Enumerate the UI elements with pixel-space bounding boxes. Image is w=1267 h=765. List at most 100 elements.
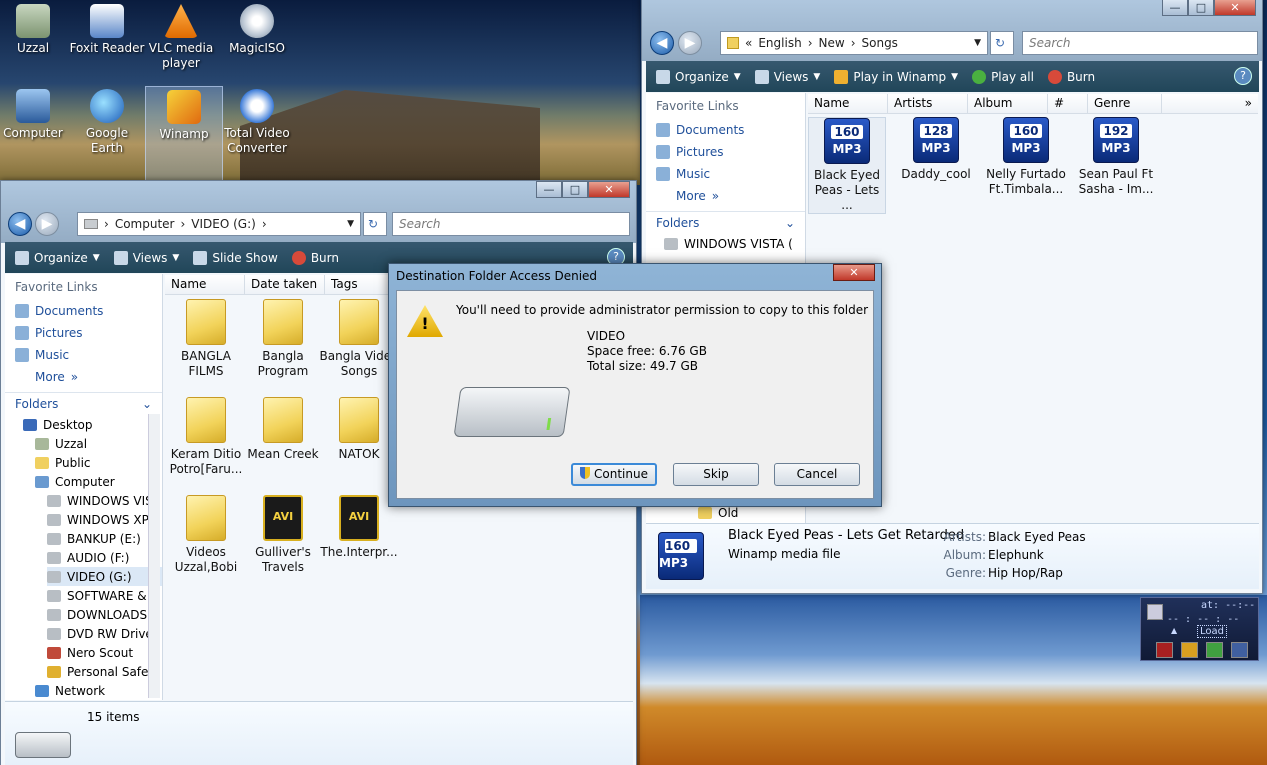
cancel-button[interactable]: Cancel bbox=[774, 463, 860, 486]
refresh-button[interactable]: ↻ bbox=[363, 212, 387, 236]
refresh-button[interactable]: ↻ bbox=[990, 31, 1014, 55]
tree-item-windows-vista[interactable]: WINDOWS VIS bbox=[47, 491, 162, 510]
maximize-button[interactable]: □ bbox=[1188, 0, 1214, 16]
column-track-number[interactable]: # bbox=[1048, 94, 1088, 113]
desktop-icon-magiciso[interactable]: MagicISO bbox=[218, 4, 296, 56]
artists-value[interactable]: Black Eyed Peas bbox=[988, 530, 1086, 544]
column-date-taken[interactable]: Date taken bbox=[245, 275, 325, 294]
folders-header[interactable]: Folders ⌄ bbox=[5, 392, 162, 415]
views-button[interactable]: Views ▼ bbox=[754, 69, 820, 84]
genre-value[interactable]: Hip Hop/Rap bbox=[988, 566, 1063, 580]
tree-item-downloads[interactable]: DOWNLOADS bbox=[47, 605, 162, 624]
folder-item[interactable]: Videos Uzzal,Bobi bbox=[164, 495, 248, 575]
play-in-winamp-button[interactable]: Play in Winamp ▼ bbox=[834, 69, 958, 84]
audio-file-item[interactable]: 192 MP3 Sean Paul Ft Sasha - Im... bbox=[1072, 117, 1160, 197]
tree-item-public[interactable]: Public bbox=[35, 453, 162, 472]
column-artists[interactable]: Artists bbox=[888, 94, 968, 113]
column-album[interactable]: Album bbox=[968, 94, 1048, 113]
folder-item[interactable]: BANGLA FILMS bbox=[164, 299, 248, 379]
breadcrumb-english[interactable]: English bbox=[758, 36, 801, 50]
chevron-down-icon[interactable]: ▼ bbox=[974, 38, 981, 48]
power-icon[interactable] bbox=[1156, 642, 1173, 658]
tree-item-computer[interactable]: Computer bbox=[35, 472, 162, 491]
user-folder-icon bbox=[16, 4, 50, 38]
favorite-more[interactable]: More» bbox=[5, 366, 162, 388]
desktop-icon-google-earth[interactable]: Google Earth bbox=[68, 89, 146, 156]
eject-icon[interactable]: ▲ bbox=[1171, 626, 1177, 635]
desktop-icon-winamp[interactable]: Winamp bbox=[145, 86, 223, 181]
favorite-pictures[interactable]: Pictures bbox=[5, 322, 162, 344]
album-value[interactable]: Elephunk bbox=[988, 548, 1044, 562]
organize-button[interactable]: Organize ▼ bbox=[15, 250, 100, 265]
close-button[interactable]: ✕ bbox=[1214, 0, 1256, 16]
tree-item-software[interactable]: SOFTWARE & bbox=[47, 586, 162, 605]
dialog-close-button[interactable]: ✕ bbox=[833, 264, 875, 281]
address-bar[interactable]: › Computer › VIDEO (G:) › ▼ bbox=[77, 212, 361, 236]
desktop-icon-computer[interactable]: Computer bbox=[0, 89, 72, 141]
back-button[interactable]: ◀ bbox=[650, 31, 674, 55]
column-name[interactable]: Name bbox=[165, 275, 245, 294]
column-genre[interactable]: Genre bbox=[1088, 94, 1162, 113]
favorite-documents[interactable]: Documents bbox=[5, 300, 162, 322]
search-input[interactable]: Search bbox=[392, 212, 630, 236]
favorite-documents[interactable]: Documents bbox=[646, 119, 805, 141]
tree-scrollbar[interactable] bbox=[148, 414, 160, 698]
chevron-down-icon[interactable]: ▼ bbox=[347, 219, 354, 229]
skip-button[interactable]: Skip bbox=[673, 463, 759, 486]
visualizer-icon[interactable] bbox=[1206, 642, 1223, 658]
burn-button[interactable]: Burn bbox=[1047, 69, 1095, 84]
video-file-item[interactable]: AVI Gulliver's Travels bbox=[241, 495, 325, 575]
load-button[interactable]: Load bbox=[1197, 625, 1227, 638]
more-columns-chevron-icon[interactable]: » bbox=[1162, 94, 1258, 113]
lock-icon[interactable] bbox=[1231, 642, 1248, 658]
column-name[interactable]: Name bbox=[808, 94, 888, 113]
tree-item-audio[interactable]: AUDIO (F:) bbox=[47, 548, 162, 567]
tree-item-personal-safe[interactable]: Personal Safe bbox=[47, 662, 162, 681]
desktop-icon-vlc[interactable]: VLC media player bbox=[142, 4, 220, 71]
tree-item-video[interactable]: VIDEO (G:) bbox=[47, 567, 162, 586]
breadcrumb-video[interactable]: VIDEO (G:) bbox=[191, 217, 256, 231]
folder-item[interactable]: Keram Ditio Potro[Faru... bbox=[164, 397, 248, 477]
audio-file-item[interactable]: 160 MP3 Nelly Furtado Ft.Timbala... bbox=[982, 117, 1070, 197]
help-icon[interactable]: ? bbox=[1234, 67, 1252, 85]
folders-header[interactable]: Folders ⌄ bbox=[646, 211, 805, 234]
back-button[interactable]: ◀ bbox=[8, 212, 32, 236]
maximize-button[interactable]: □ bbox=[562, 181, 588, 198]
breadcrumb-computer[interactable]: Computer bbox=[115, 217, 175, 231]
forward-button[interactable]: ▶ bbox=[35, 212, 59, 236]
continue-button[interactable]: Continue bbox=[571, 463, 657, 486]
breadcrumb-new[interactable]: New bbox=[819, 36, 845, 50]
folder-item[interactable]: Bangla Program bbox=[241, 299, 325, 379]
folder-item[interactable]: Mean Creek bbox=[241, 397, 325, 462]
tree-item-nero-scout[interactable]: Nero Scout bbox=[47, 643, 162, 662]
desktop-icon-uzzal[interactable]: Uzzal bbox=[0, 4, 72, 56]
search-input[interactable]: Search bbox=[1022, 31, 1258, 55]
audio-file-item[interactable]: 160 MP3 Black Eyed Peas - Lets ... bbox=[808, 117, 886, 214]
forward-button[interactable]: ▶ bbox=[678, 31, 702, 55]
tree-item-uzzal[interactable]: Uzzal bbox=[35, 434, 162, 453]
slideshow-button[interactable]: Slide Show bbox=[193, 250, 278, 265]
favorite-music[interactable]: Music bbox=[646, 163, 805, 185]
organize-button[interactable]: Organize ▼ bbox=[656, 69, 741, 84]
play-all-button[interactable]: Play all bbox=[972, 69, 1034, 84]
views-button[interactable]: Views ▼ bbox=[113, 250, 179, 265]
close-button[interactable]: ✕ bbox=[588, 181, 630, 198]
minimize-button[interactable]: — bbox=[1162, 0, 1188, 16]
desktop-icon-total-video-converter[interactable]: Total Video Converter bbox=[218, 89, 296, 156]
minimize-button[interactable]: — bbox=[536, 181, 562, 198]
tree-item-windows-vista[interactable]: WINDOWS VISTA ( bbox=[646, 234, 805, 253]
tree-item-network[interactable]: Network bbox=[35, 681, 162, 700]
desktop-icon-foxit[interactable]: Foxit Reader bbox=[68, 4, 146, 56]
tree-item-bankup[interactable]: BANKUP (E:) bbox=[47, 529, 162, 548]
tree-item-desktop[interactable]: Desktop bbox=[23, 415, 162, 434]
winamp-bolt-icon[interactable] bbox=[1181, 642, 1198, 658]
tree-item-windows-xp[interactable]: WINDOWS XP bbox=[47, 510, 162, 529]
favorite-more[interactable]: More» bbox=[646, 185, 805, 207]
audio-file-item[interactable]: 128 MP3 Daddy_cool bbox=[894, 117, 978, 182]
address-bar[interactable]: « English › New › Songs ▼ bbox=[720, 31, 988, 55]
tree-item-dvd-rw[interactable]: DVD RW Drive bbox=[47, 624, 162, 643]
breadcrumb-songs[interactable]: Songs bbox=[862, 36, 898, 50]
favorite-pictures[interactable]: Pictures bbox=[646, 141, 805, 163]
favorite-music[interactable]: Music bbox=[5, 344, 162, 366]
burn-button[interactable]: Burn bbox=[291, 250, 339, 265]
